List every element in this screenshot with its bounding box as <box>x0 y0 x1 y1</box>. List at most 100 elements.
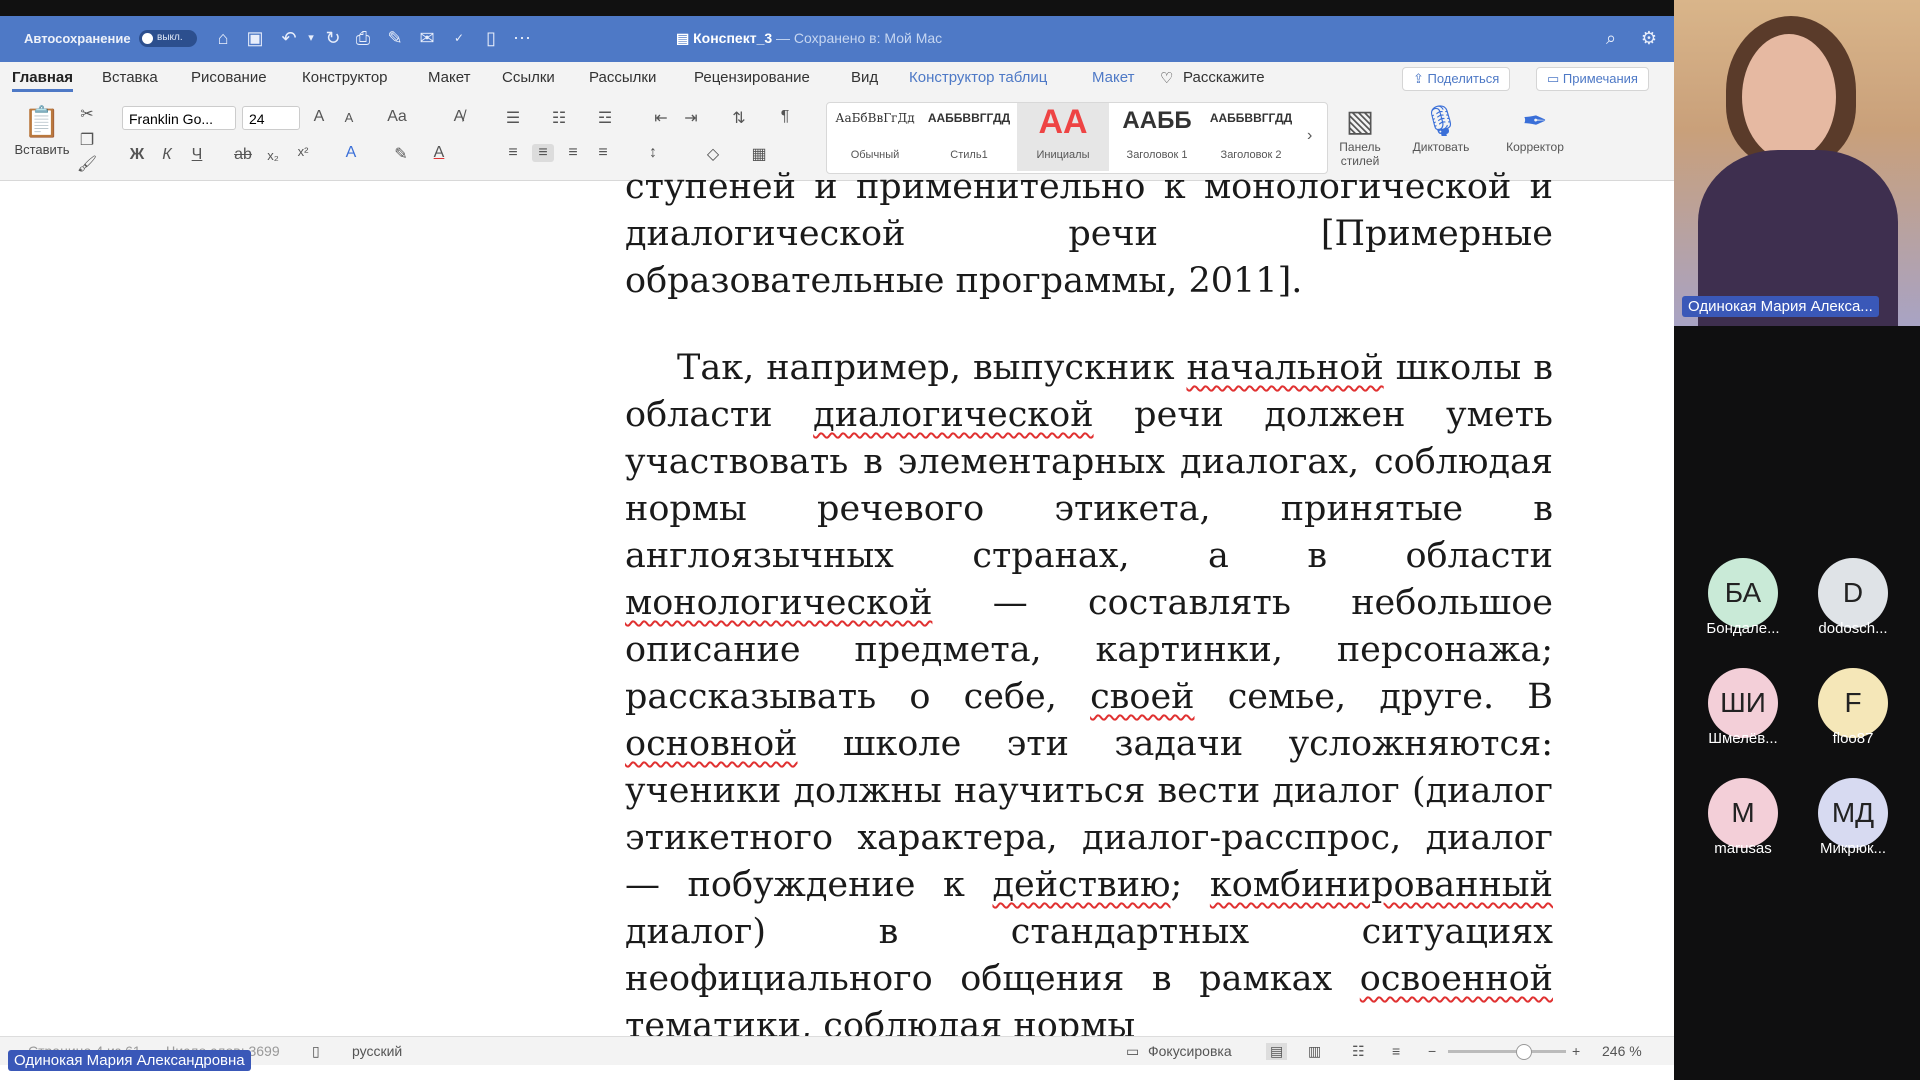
line-spacing-icon[interactable]: ↕ <box>642 144 664 162</box>
tab-insert[interactable]: Вставка <box>102 69 158 86</box>
focus-mode-button[interactable]: Фокусировка <box>1148 1043 1232 1059</box>
sort-icon[interactable]: ⇅ <box>728 108 750 128</box>
font-size-select[interactable]: 24 <box>242 106 300 130</box>
web-layout-icon[interactable]: ▥ <box>1308 1043 1321 1060</box>
subscript-icon[interactable]: x₂ <box>262 148 284 163</box>
justify-icon[interactable]: ≡ <box>592 144 614 162</box>
tab-table-layout[interactable]: Макет <box>1092 69 1134 86</box>
paste-button[interactable]: 📋 Вставить <box>14 104 70 157</box>
spellcheck-word[interactable]: освоенной <box>1360 959 1553 999</box>
tab-view[interactable]: Вид <box>851 69 878 86</box>
undo-icon[interactable]: ↶ <box>278 28 300 48</box>
zoom-slider-thumb[interactable] <box>1516 1044 1532 1060</box>
save-icon[interactable]: ▣ <box>244 28 266 48</box>
spellcheck-word[interactable]: своей <box>1090 677 1194 717</box>
spellcheck-word[interactable]: начальной <box>1186 348 1383 388</box>
participant-avatar[interactable]: БА <box>1708 558 1778 628</box>
style-normal[interactable]: АаБбВвГгДд Обычный <box>829 103 921 171</box>
shrink-font-icon[interactable]: A <box>338 110 360 125</box>
zoom-in-icon[interactable]: + <box>1572 1043 1580 1059</box>
style-heading-2[interactable]: ААББВВГГДД Заголовок 2 <box>1205 103 1297 171</box>
document-body[interactable]: ступеней и применительно к монологическо… <box>625 164 1553 1080</box>
increase-indent-icon[interactable]: ⇥ <box>680 108 702 128</box>
align-right-icon[interactable]: ≡ <box>562 144 584 162</box>
spelling-icon[interactable]: ✓ <box>448 28 470 48</box>
cut-icon[interactable]: ✂ <box>76 104 98 124</box>
participant-avatar[interactable]: D <box>1818 558 1888 628</box>
strikethrough-icon[interactable]: ab <box>232 146 254 164</box>
account-icon[interactable]: ⚙ <box>1638 28 1660 48</box>
mail-icon[interactable]: ✉ <box>416 28 438 48</box>
participant-avatar[interactable]: ШИ <box>1708 668 1778 738</box>
decrease-indent-icon[interactable]: ⇤ <box>650 108 672 128</box>
style-heading-1[interactable]: ААББ Заголовок 1 <box>1111 103 1203 171</box>
borders-icon[interactable]: ▦ <box>748 144 770 164</box>
tab-layout[interactable]: Макет <box>428 69 470 86</box>
tab-design[interactable]: Конструктор <box>302 69 388 86</box>
print-icon[interactable]: ⎙ <box>352 28 374 48</box>
paragraph-text: ступеней и применительно к монологическо… <box>625 167 1553 301</box>
clear-format-icon[interactable]: A̸ <box>448 108 470 126</box>
italic-button[interactable]: К <box>156 146 178 164</box>
tab-mailings[interactable]: Рассылки <box>589 69 656 86</box>
copy-icon[interactable]: ❐ <box>76 130 98 150</box>
home-icon[interactable]: ⌂ <box>212 28 234 48</box>
print-layout-icon[interactable]: ▤ <box>1266 1043 1288 1060</box>
styles-pane-button[interactable]: ▧ Панель стилей <box>1325 104 1395 168</box>
tab-references[interactable]: Ссылки <box>502 69 555 86</box>
outline-icon[interactable]: ☷ <box>1352 1043 1365 1060</box>
font-color-icon[interactable]: A <box>428 144 450 162</box>
participant-name: Бондале... <box>1706 620 1780 637</box>
align-left-icon[interactable]: ≡ <box>502 144 524 162</box>
tab-home[interactable]: Главная <box>12 69 74 92</box>
styles-more-icon[interactable]: › <box>1307 127 1312 145</box>
shading-icon[interactable]: ◇ <box>702 144 724 164</box>
format-painter-icon[interactable]: 🖌 <box>76 154 98 174</box>
multilevel-icon[interactable]: ☲ <box>594 108 616 128</box>
spellcheck-word[interactable]: действию <box>992 865 1170 905</box>
style-initials[interactable]: АА Инициалы <box>1017 103 1109 171</box>
tab-table-design[interactable]: Конструктор таблиц <box>909 69 1047 86</box>
draft-view-icon[interactable]: ≡ <box>1392 1043 1400 1059</box>
speaker-video[interactable]: Одинокая Мария Алекса... <box>1674 0 1920 326</box>
underline-button[interactable]: Ч <box>186 146 208 164</box>
bold-button[interactable]: Ж <box>126 146 148 164</box>
dictate-button[interactable]: 🎙 Диктовать <box>1406 104 1476 154</box>
numbering-icon[interactable]: ☷ <box>548 108 570 128</box>
participant-avatar[interactable]: МД <box>1818 778 1888 848</box>
spellcheck-word[interactable]: комбинированный <box>1210 865 1553 905</box>
editor-button[interactable]: ✒ Корректор <box>1500 104 1570 154</box>
align-center-icon[interactable]: ≡ <box>532 144 554 162</box>
comments-button[interactable]: ▭ Примечания <box>1536 67 1649 91</box>
spellcheck-word[interactable]: монологической <box>625 583 932 623</box>
bullets-icon[interactable]: ☰ <box>502 108 524 128</box>
highlight-icon[interactable]: ✎ <box>390 144 412 164</box>
font-name-select[interactable]: Franklin Go... <box>122 106 236 130</box>
spellcheck-word[interactable]: диалогической <box>813 395 1093 435</box>
tab-draw[interactable]: Рисование <box>191 69 267 86</box>
pilcrow-icon[interactable]: ¶ <box>774 108 796 126</box>
more-icon[interactable]: ⋯ <box>511 28 533 48</box>
new-doc-icon[interactable]: ▯ <box>480 28 502 48</box>
tab-review[interactable]: Рецензирование <box>694 69 810 86</box>
zoom-level[interactable]: 246 % <box>1602 1043 1642 1059</box>
share-button[interactable]: ⇪ Поделиться <box>1402 67 1511 91</box>
zoom-out-icon[interactable]: − <box>1428 1043 1436 1059</box>
redo-icon[interactable]: ↻ <box>322 28 344 48</box>
change-case-icon[interactable]: Aa <box>386 108 408 126</box>
style-1[interactable]: ААББВВГГДД Стиль1 <box>923 103 1015 171</box>
zoom-slider[interactable] <box>1448 1050 1566 1053</box>
spellcheck-word[interactable]: основной <box>625 724 798 764</box>
proofing-icon[interactable]: ▯ <box>312 1043 320 1060</box>
superscript-icon[interactable]: x² <box>292 144 314 159</box>
search-icon[interactable]: ⌕ <box>1600 28 1622 48</box>
undo-dropdown-icon[interactable]: ▾ <box>300 28 322 48</box>
language[interactable]: русский <box>352 1043 402 1059</box>
autosave-toggle[interactable]: выкл. <box>139 30 197 47</box>
draft-icon[interactable]: ✎ <box>384 28 406 48</box>
grow-font-icon[interactable]: A <box>308 108 330 126</box>
participant-avatar[interactable]: М <box>1708 778 1778 848</box>
text-effects-icon[interactable]: A <box>340 144 362 162</box>
tell-me-field[interactable]: Расскажите <box>1183 69 1265 86</box>
participant-avatar[interactable]: F <box>1818 668 1888 738</box>
